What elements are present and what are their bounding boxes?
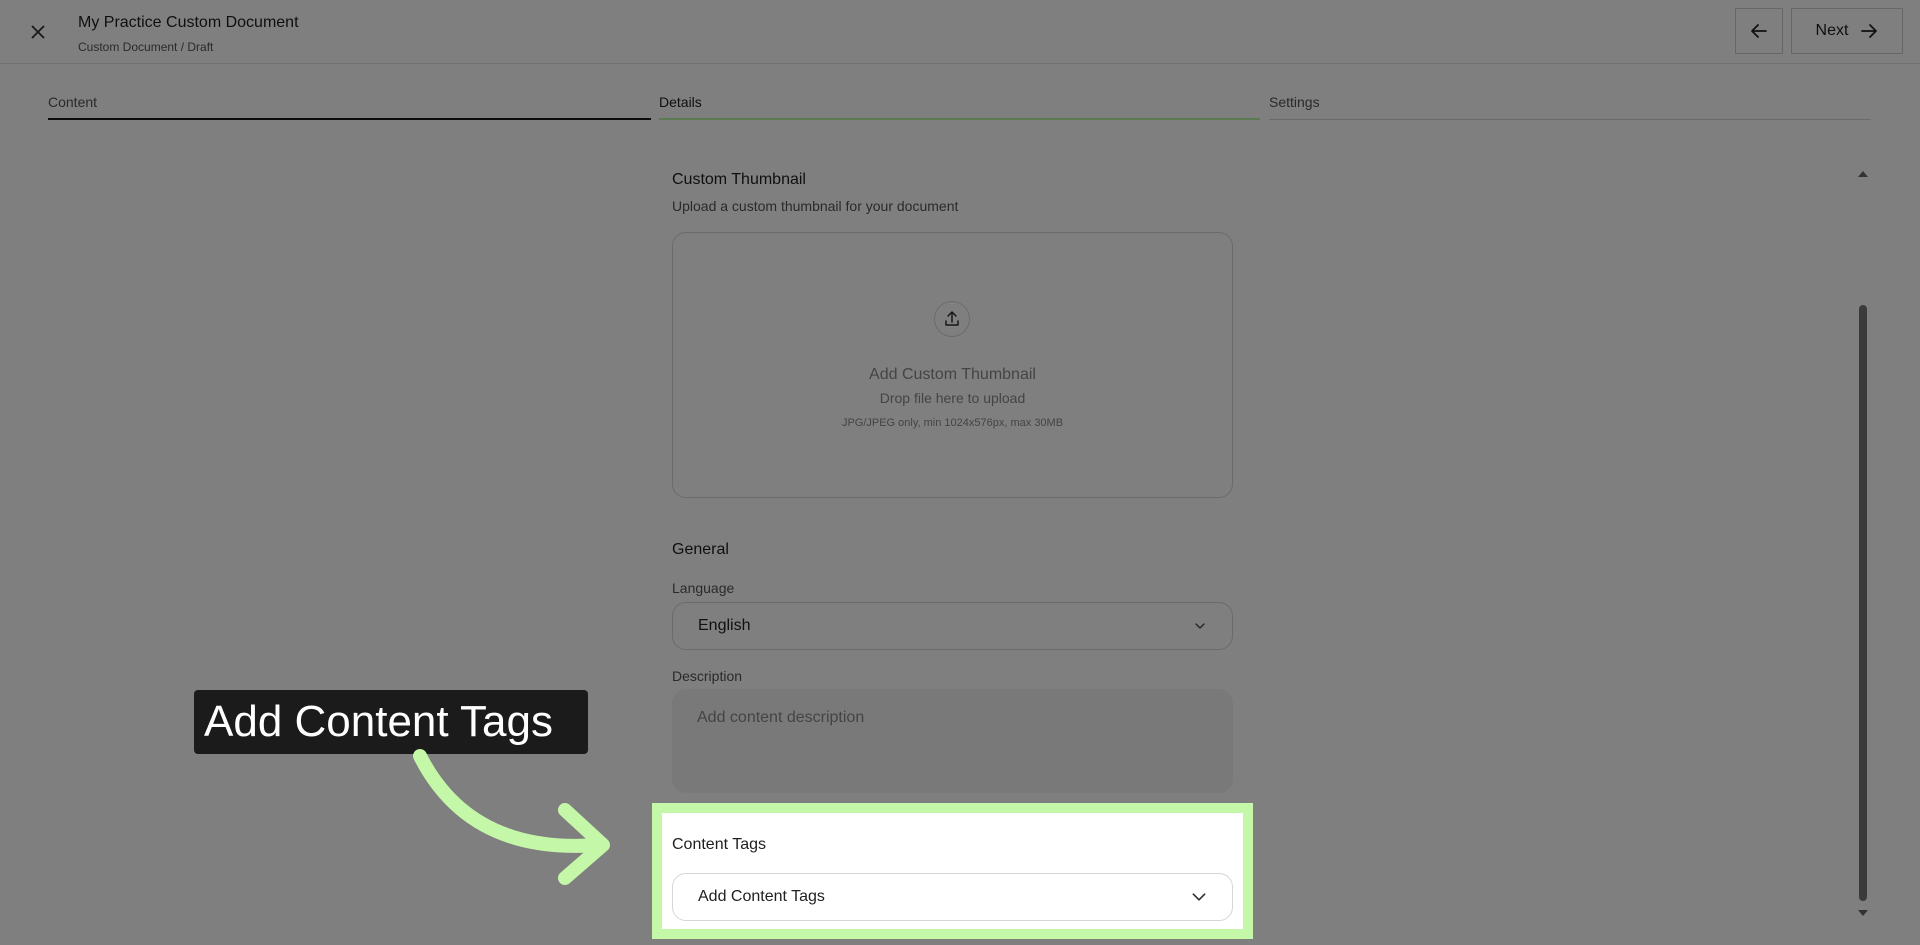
arrow-left-icon: [1751, 24, 1767, 38]
tab-settings-indicator: [1269, 119, 1871, 120]
scroll-up-arrow-icon[interactable]: [1857, 168, 1869, 180]
callout-label: Add Content Tags: [194, 690, 588, 754]
scrollbar-thumb[interactable]: [1859, 305, 1867, 901]
tab-content[interactable]: Content: [48, 94, 651, 120]
next-button[interactable]: Next: [1791, 8, 1903, 54]
scroll-down-arrow-icon[interactable]: [1857, 907, 1869, 919]
back-button[interactable]: [1735, 8, 1783, 54]
arrow-right-icon: [1861, 24, 1878, 38]
description-textarea[interactable]: Add content description: [672, 689, 1233, 793]
language-label: Language: [672, 580, 735, 596]
description-placeholder: Add content description: [697, 709, 865, 726]
tab-details-label: Details: [659, 94, 702, 110]
tab-details-indicator: [659, 118, 1260, 120]
upload-icon: [945, 311, 959, 326]
callout-text: Add Content Tags: [204, 697, 553, 746]
upload-hint: Drop file here to upload: [879, 390, 1026, 406]
language-select[interactable]: English: [672, 602, 1233, 650]
upload-spec: JPG/JPEG only, min 1024x576px, max 30MB: [841, 417, 1064, 429]
language-select-value: English: [698, 617, 751, 634]
document-title: My Practice Custom Document: [78, 14, 299, 31]
thumbnail-section-subtitle: Upload a custom thumbnail for your docum…: [672, 198, 959, 214]
tab-settings[interactable]: Settings: [1269, 94, 1871, 120]
content-tags-select-value: Add Content Tags: [698, 888, 825, 905]
chevron-down-icon: [1192, 893, 1206, 901]
description-label: Description: [672, 668, 743, 684]
upload-button[interactable]: [934, 301, 970, 337]
chevron-down-icon: [1195, 623, 1205, 629]
page: My Practice Custom Document Custom Docum…: [0, 0, 1920, 945]
upload-title: Add Custom Thumbnail: [869, 366, 1036, 383]
header: My Practice Custom Document Custom Docum…: [0, 0, 1920, 64]
content-tags-label: Content Tags: [672, 836, 766, 853]
tab-details[interactable]: Details: [659, 94, 1260, 120]
next-button-label: Next: [1815, 22, 1849, 39]
tab-content-label: Content: [48, 94, 98, 110]
thumbnail-section-title: Custom Thumbnail: [672, 171, 806, 188]
content-tags-select[interactable]: Add Content Tags: [672, 873, 1233, 921]
tab-content-indicator: [48, 118, 651, 120]
general-section-title: General: [672, 541, 729, 558]
tab-settings-label: Settings: [1269, 94, 1320, 110]
breadcrumb: Custom Document / Draft: [78, 40, 214, 54]
close-icon: [31, 25, 45, 39]
close-button[interactable]: [22, 18, 54, 46]
thumbnail-dropzone[interactable]: [672, 232, 1233, 498]
